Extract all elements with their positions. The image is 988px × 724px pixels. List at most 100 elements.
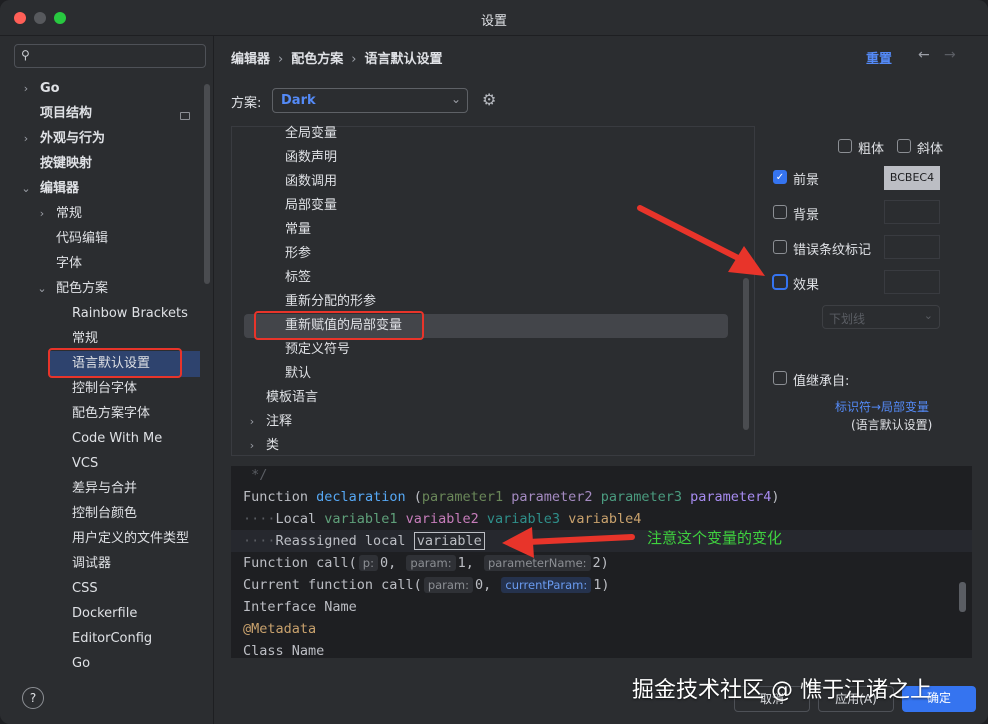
scheme-dropdown[interactable]: Dark ⌄ [272, 88, 468, 113]
code-line: */ [243, 464, 267, 486]
effects-checkbox[interactable] [772, 274, 788, 290]
scheme-value: Dark [281, 93, 316, 108]
tree-item-comments[interactable]: 注释 [266, 410, 292, 434]
sidebar-item-keymap[interactable]: 按键映射 [40, 152, 92, 176]
sidebar-item-go[interactable]: Go [40, 77, 60, 101]
code-preview: */ Function declaration (parameter1 para… [231, 464, 972, 659]
help-button[interactable]: ? [22, 687, 44, 709]
tree-item-parameter[interactable]: 形参 [285, 242, 311, 266]
sidebar-scrollbar[interactable] [204, 84, 210, 284]
chevron-right-icon[interactable]: › [246, 415, 258, 428]
comment-end: */ [243, 467, 268, 483]
background-label: 背景 [793, 208, 820, 223]
tree-scrollbar[interactable] [743, 278, 749, 430]
sidebar-item-editor[interactable]: 编辑器 [40, 177, 79, 201]
tree-item-classes[interactable]: 类 [266, 434, 279, 458]
forward-arrow-icon[interactable]: → [944, 47, 956, 63]
tree-item-function-declaration[interactable]: 函数声明 [285, 146, 337, 170]
sidebar-item-scheme-font[interactable]: 配色方案字体 [72, 402, 150, 426]
sidebar-item-project-structure[interactable]: 项目结构 [40, 102, 92, 126]
error-stripe-color-swatch[interactable] [884, 235, 940, 259]
sidebar-item-user-file-types[interactable]: 用户定义的文件类型 [72, 527, 189, 551]
chevron-down-icon: ⌄ [923, 309, 933, 322]
chevron-right-icon[interactable]: › [20, 132, 32, 145]
sidebar-item-general[interactable]: 常规 [56, 202, 82, 226]
sidebar-item-go-lang[interactable]: Go [72, 652, 90, 676]
selection-highlight-box [254, 311, 424, 340]
current-param-hint: currentParam: [501, 577, 592, 593]
code-line: Interface Name [243, 599, 357, 615]
param-hint: param: [423, 577, 474, 593]
breadcrumb-color-scheme[interactable]: 配色方案 [291, 48, 343, 67]
sidebar-item-console-font[interactable]: 控制台字体 [72, 377, 137, 401]
parameter-token: parameter3 [600, 489, 682, 505]
bold-label: 粗体 [858, 142, 885, 157]
whitespace-dots: ···· [243, 511, 276, 527]
sidebar-item-vcs[interactable]: VCS [72, 452, 98, 476]
italic-label: 斜体 [917, 142, 944, 157]
tree-item-default[interactable]: 默认 [285, 362, 311, 386]
tree-item-template-language[interactable]: 模板语言 [266, 386, 318, 410]
back-arrow-icon[interactable]: ← [918, 47, 930, 63]
tree-item-constant[interactable]: 常量 [285, 218, 311, 242]
sidebar-item-rainbow-brackets[interactable]: Rainbow Brackets [72, 302, 188, 326]
selection-highlight-box [48, 348, 182, 378]
inherit-checkbox[interactable] [773, 371, 787, 385]
tree-item-local-variable[interactable]: 局部变量 [285, 194, 337, 218]
sidebar-item-css[interactable]: CSS [72, 577, 98, 601]
foreground-color-swatch[interactable]: BCBEC4 [884, 166, 940, 190]
gear-icon[interactable]: ⚙ [482, 90, 496, 109]
tree-item-label[interactable]: 标签 [285, 266, 311, 290]
chevron-down-icon[interactable]: ⌄ [20, 182, 32, 195]
effects-color-swatch[interactable] [884, 270, 940, 294]
chevron-right-icon[interactable]: › [246, 439, 258, 452]
argument-token: 1, [457, 555, 474, 571]
inherit-label: 值继承自: [793, 374, 850, 389]
chevron-down-icon[interactable]: ⌄ [36, 282, 48, 295]
breadcrumb-editor[interactable]: 编辑器 [231, 48, 270, 67]
error-stripe-label: 错误条纹标记 [793, 243, 872, 258]
sidebar-item-code-with-me[interactable]: Code With Me [72, 427, 162, 451]
sidebar-item-dockerfile[interactable]: Dockerfile [72, 602, 137, 626]
sidebar-item-debugger[interactable]: 调试器 [72, 552, 111, 576]
argument-token: 2) [592, 555, 609, 571]
sidebar-item-code-editing[interactable]: 代码编辑 [56, 227, 108, 251]
sidebar-item-color-scheme[interactable]: 配色方案 [56, 277, 108, 301]
argument-token: 0, [379, 555, 397, 571]
italic-checkbox[interactable] [897, 139, 911, 153]
tree-item-predefined-symbol[interactable]: 预定义符号 [285, 338, 350, 362]
annotation-note: 注意这个变量的变化 [647, 529, 783, 547]
param-hint: p: [358, 555, 378, 571]
param-hint: parameterName: [484, 555, 591, 571]
title-bar: 设置 [0, 0, 988, 36]
settings-window: 设置 ⚲ › Go 项目结构 › 外观与行为 按键映射 ⌄ 编辑器 › 常规 代… [0, 0, 988, 724]
reset-link[interactable]: 重置 [866, 48, 892, 67]
background-color-swatch[interactable] [884, 200, 940, 224]
error-stripe-checkbox[interactable] [773, 240, 787, 254]
inherit-source-link[interactable]: 标识符→局部变量 [835, 398, 929, 415]
watermark-text: 掘金技术社区 @ 憔于江诸之上 [632, 678, 932, 703]
sidebar-item-console-colors[interactable]: 控制台颜色 [72, 502, 137, 526]
sidebar-item-font[interactable]: 字体 [56, 252, 82, 276]
param-hint: param: [406, 555, 456, 571]
sidebar-item-editorconfig[interactable]: EditorConfig [72, 627, 152, 651]
background-checkbox[interactable] [773, 205, 787, 219]
effect-type-dropdown[interactable]: 下划线 ⌄ [822, 305, 940, 329]
chevron-right-icon[interactable]: › [20, 82, 32, 95]
tree-item-global-variable[interactable]: 全局变量 [285, 122, 337, 146]
search-input[interactable]: ⚲ [14, 44, 206, 68]
sidebar-item-appearance[interactable]: 外观与行为 [40, 127, 105, 151]
chevron-right-icon[interactable]: › [36, 207, 48, 220]
bold-checkbox[interactable] [838, 139, 852, 153]
foreground-checkbox[interactable]: ✓ [773, 170, 787, 184]
breadcrumb-language-defaults: 语言默认设置 [364, 52, 443, 67]
keyword-function: Function [243, 489, 309, 505]
search-icon: ⚲ [21, 48, 30, 62]
whitespace-dots: ···· [243, 533, 276, 549]
local-variable-token: variable3 [486, 511, 561, 527]
preview-scrollbar[interactable] [959, 582, 966, 612]
code-line: Function declaration (parameter1 paramet… [243, 489, 780, 505]
sidebar-item-diff-merge[interactable]: 差异与合并 [72, 477, 137, 501]
keyword-local: Local [275, 511, 317, 527]
tree-item-function-call[interactable]: 函数调用 [285, 170, 337, 194]
